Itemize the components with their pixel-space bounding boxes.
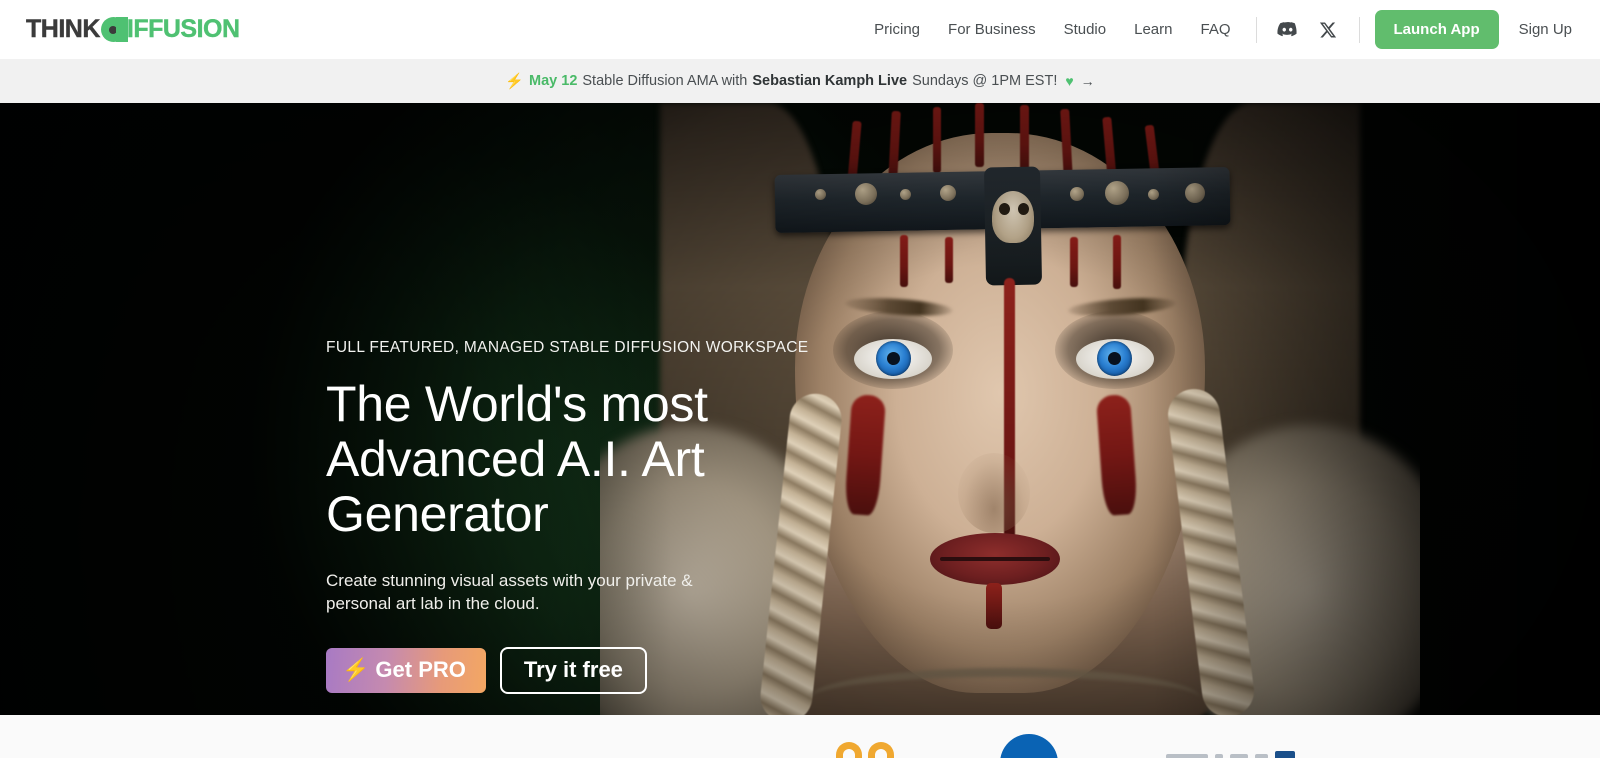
heart-icon: ♥ [1065,73,1074,89]
primary-navigation: Pricing For Business Studio Learn FAQ La… [860,10,1572,49]
hero-section: FULL FEATURED, MANAGED STABLE DIFFUSION … [0,103,1600,715]
nav-divider-right [1358,16,1360,43]
announcement-text-after: Sundays @ 1PM EST! [912,73,1058,89]
nav-divider-left [1255,16,1257,43]
discord-icon[interactable] [1274,16,1302,44]
lightning-bolt-icon: ⚡ [505,73,525,90]
brand-logo-circle [1000,734,1058,758]
announcement-date: May 12 [529,73,578,89]
hero-content: FULL FEATURED, MANAGED STABLE DIFFUSION … [326,339,809,694]
arrow-right-icon: → [1080,73,1095,89]
bolt-icon: ⚡ [342,657,370,682]
brand-logos-strip [0,715,1600,758]
announcement-text-before: Stable Diffusion AMA with [582,73,748,89]
skull-ornament [992,191,1034,243]
get-pro-label: Get PRO [375,657,466,682]
nav-link-learn[interactable]: Learn [1120,21,1186,38]
hero-cta-group: ⚡ Get PRO Try it free [326,647,746,694]
brand-logo-wordmark [1166,751,1295,758]
nav-link-studio[interactable]: Studio [1050,21,1121,38]
brand-logo-arcs [836,742,894,758]
logo-diffusion-dot-icon [100,17,128,42]
nav-link-pricing[interactable]: Pricing [860,21,934,38]
announcement-highlight: Sebastian Kamph Live [752,73,908,89]
announcement-bar[interactable]: ⚡ May 12 Stable Diffusion AMA with Sebas… [0,59,1600,103]
page-title: The World's most Advanced A.I. Art Gener… [326,376,708,542]
nav-link-for-business[interactable]: For Business [934,21,1050,38]
hero-eyebrow: FULL FEATURED, MANAGED STABLE DIFFUSION … [326,339,809,356]
site-logo[interactable]: THINK IFFUSION [26,15,240,45]
logo-text-think: THINK [26,15,101,43]
x-twitter-icon[interactable] [1314,16,1342,44]
sign-up-link[interactable]: Sign Up [1519,21,1572,38]
hero-subtitle: Create stunning visual assets with your … [326,571,693,613]
site-header: THINK IFFUSION Pricing For Business Stud… [0,0,1600,59]
get-pro-button[interactable]: ⚡ Get PRO [326,648,486,693]
nav-link-faq[interactable]: FAQ [1187,21,1245,38]
launch-app-button[interactable]: Launch App [1374,10,1499,49]
try-it-free-button[interactable]: Try it free [499,647,647,694]
logo-text-diffusion: IFFUSION [126,15,241,43]
